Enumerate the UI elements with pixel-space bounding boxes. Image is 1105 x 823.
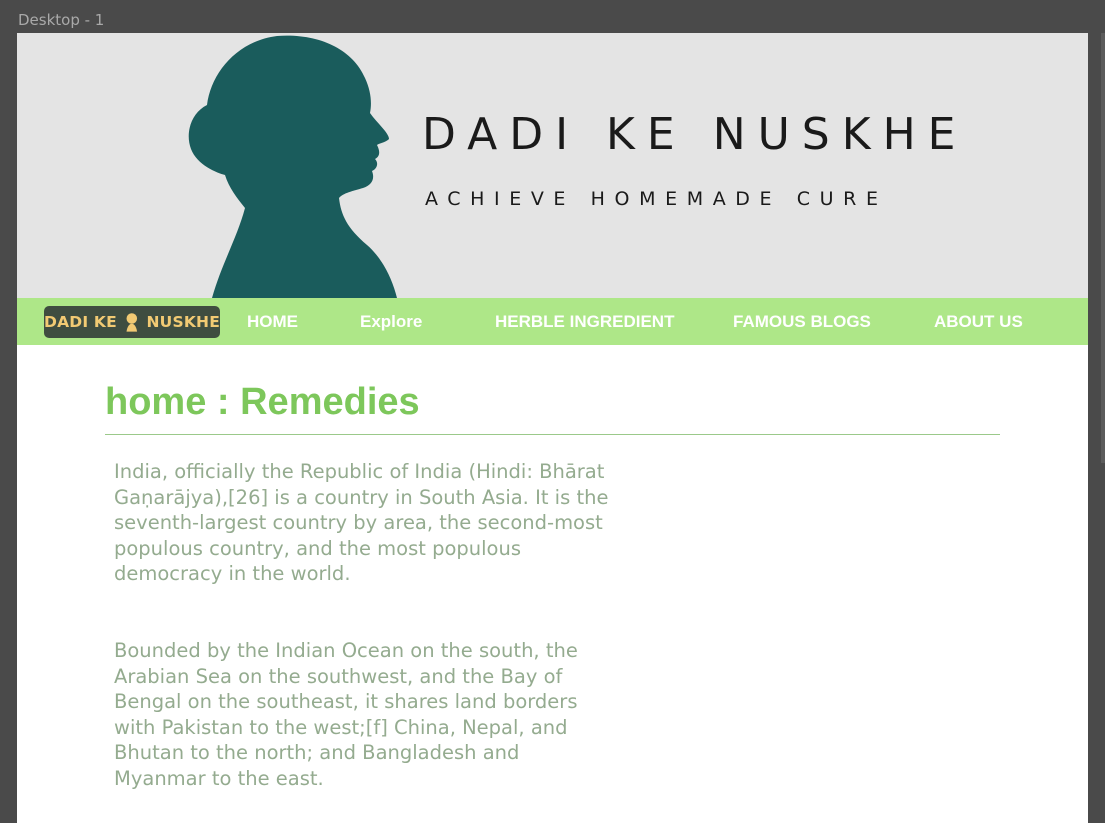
main-navbar: DADI KE NUSKHE HOME Explore HERBLE INGRE…: [17, 298, 1088, 345]
banner-title: DADI KE NUSKHE: [422, 109, 968, 160]
frame-label: Desktop - 1: [18, 11, 105, 29]
nav-link-explore[interactable]: Explore: [360, 312, 422, 332]
nav-link-herble-ingredient[interactable]: HERBLE INGREDIENT: [495, 312, 674, 332]
woman-silhouette-icon: [188, 35, 397, 298]
artboard-desktop-1: DADI KE NUSKHE ACHIEVE HOMEMADE CURE DAD…: [17, 33, 1088, 823]
body-paragraph-1: India, officially the Republic of India …: [114, 460, 609, 586]
hero-banner: DADI KE NUSKHE ACHIEVE HOMEMADE CURE: [17, 33, 1088, 298]
banner-tagline: ACHIEVE HOMEMADE CURE: [425, 188, 888, 210]
canvas-scrollbar[interactable]: [1101, 33, 1105, 463]
navbar-logo[interactable]: DADI KE NUSKHE: [44, 306, 220, 338]
body-paragraph-2: Bounded by the Indian Ocean on the south…: [114, 639, 578, 790]
nav-link-home[interactable]: HOME: [247, 312, 298, 332]
woman-head-icon: [126, 313, 137, 332]
logo-left-word: DADI KE: [44, 313, 117, 331]
heading-divider: [105, 434, 1000, 435]
nav-link-about-us[interactable]: ABOUT US: [934, 312, 1023, 332]
logo-right-word: NUSKHE: [146, 313, 220, 331]
page-title: home : Remedies: [105, 381, 420, 423]
nav-link-famous-blogs[interactable]: FAMOUS BLOGS: [733, 312, 871, 332]
